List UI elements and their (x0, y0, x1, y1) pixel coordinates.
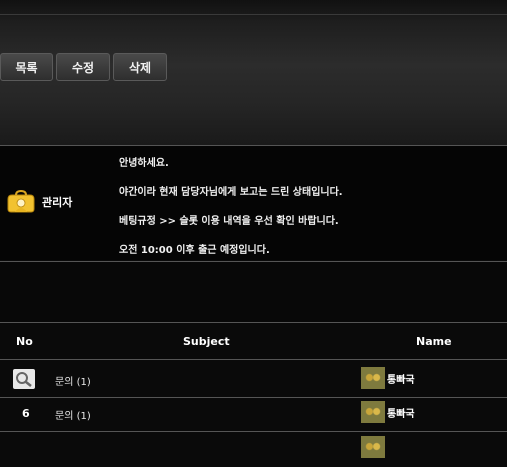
table-header: No Subject Name (0, 323, 507, 359)
post-author: 관리자 (5, 189, 73, 214)
row-author (361, 436, 385, 458)
post-line: 베팅규정 >> 슬롯 이용 내역을 우선 확인 바랍니다. (119, 216, 339, 227)
edit-button[interactable]: 수정 (56, 53, 110, 81)
row-subject[interactable]: 문의 (1) (55, 407, 91, 422)
row-name: 통빠국 (387, 374, 415, 386)
column-header-name: Name (416, 335, 452, 348)
toolbar: 목록 수정 삭제 (0, 53, 167, 81)
admin-badge-icon (5, 189, 37, 214)
row-author: 통빠국 (361, 401, 415, 423)
search-icon[interactable] (13, 369, 35, 389)
delete-button[interactable]: 삭제 (113, 53, 167, 81)
post-line: 야간이라 현재 담당자님에게 보고는 드린 상태입니다. (119, 187, 343, 198)
post-line: 오전 10:00 이후 출근 예정입니다. (119, 245, 270, 256)
divider (0, 431, 507, 432)
table-row[interactable] (0, 433, 507, 467)
column-header-no: No (16, 335, 33, 348)
divider (0, 359, 507, 360)
post-line: 안녕하세요. (119, 158, 169, 169)
table-row[interactable]: 문의 (1) 통빠국 (0, 363, 507, 397)
row-number: 6 (22, 407, 30, 420)
level-badge-icon (361, 367, 385, 389)
row-name: 통빠국 (387, 408, 415, 420)
row-author: 통빠국 (361, 367, 415, 389)
list-button[interactable]: 목록 (0, 53, 53, 81)
level-badge-icon (361, 401, 385, 423)
spacer (0, 262, 507, 322)
column-header-subject: Subject (183, 335, 230, 348)
table-row[interactable]: 6 문의 (1) 통빠국 (0, 397, 507, 431)
author-name: 관리자 (42, 196, 73, 209)
level-badge-icon (361, 436, 385, 458)
row-subject[interactable]: 문의 (1) (55, 373, 91, 388)
